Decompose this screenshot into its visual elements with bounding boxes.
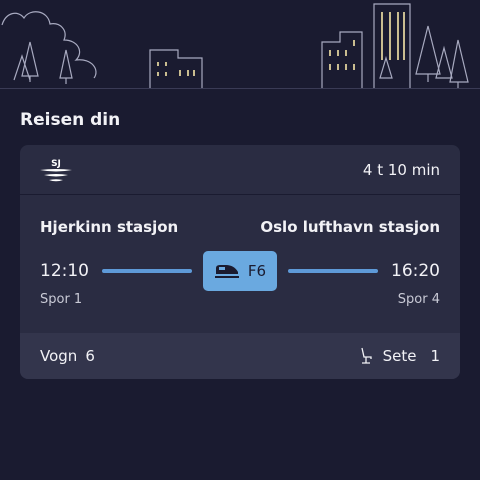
seat-number: 1 [430, 347, 440, 365]
seat-info-bar: Vogn 6 Sete 1 [20, 333, 460, 379]
arrival-time: 16:20 [391, 261, 440, 281]
arrival-track: Spor 4 [397, 292, 440, 307]
route-line-right [288, 269, 378, 273]
arrival-station: Oslo lufthavn stasjon [260, 218, 440, 236]
journey-card[interactable]: SJ 4 t 10 min Hjerkinn stasjon Oslo luft… [20, 145, 460, 379]
train-line-label: F6 [247, 262, 267, 280]
sj-logo-text: SJ [51, 159, 61, 169]
seat-label: Sete [382, 347, 417, 365]
wagon-number: 6 [85, 347, 95, 365]
section-title: Reisen din [20, 110, 121, 130]
train-icon [214, 265, 239, 278]
sj-logo-icon: SJ [40, 159, 72, 182]
seat-info: Sete 1 [359, 347, 440, 365]
wagon-info: Vogn 6 [40, 347, 95, 365]
trip-duration: 4 t 10 min [362, 161, 440, 179]
header-divider [0, 88, 480, 89]
train-line-badge: F6 [203, 251, 277, 291]
departure-time: 12:10 [40, 261, 89, 281]
city-skyline-illustration [1, 3, 469, 88]
departure-track: Spor 1 [40, 292, 83, 307]
route-line-left [102, 269, 192, 273]
seat-icon [360, 347, 372, 364]
departure-station: Hjerkinn stasjon [40, 218, 179, 236]
card-header: SJ 4 t 10 min [20, 145, 460, 195]
wagon-label: Vogn [40, 347, 78, 365]
